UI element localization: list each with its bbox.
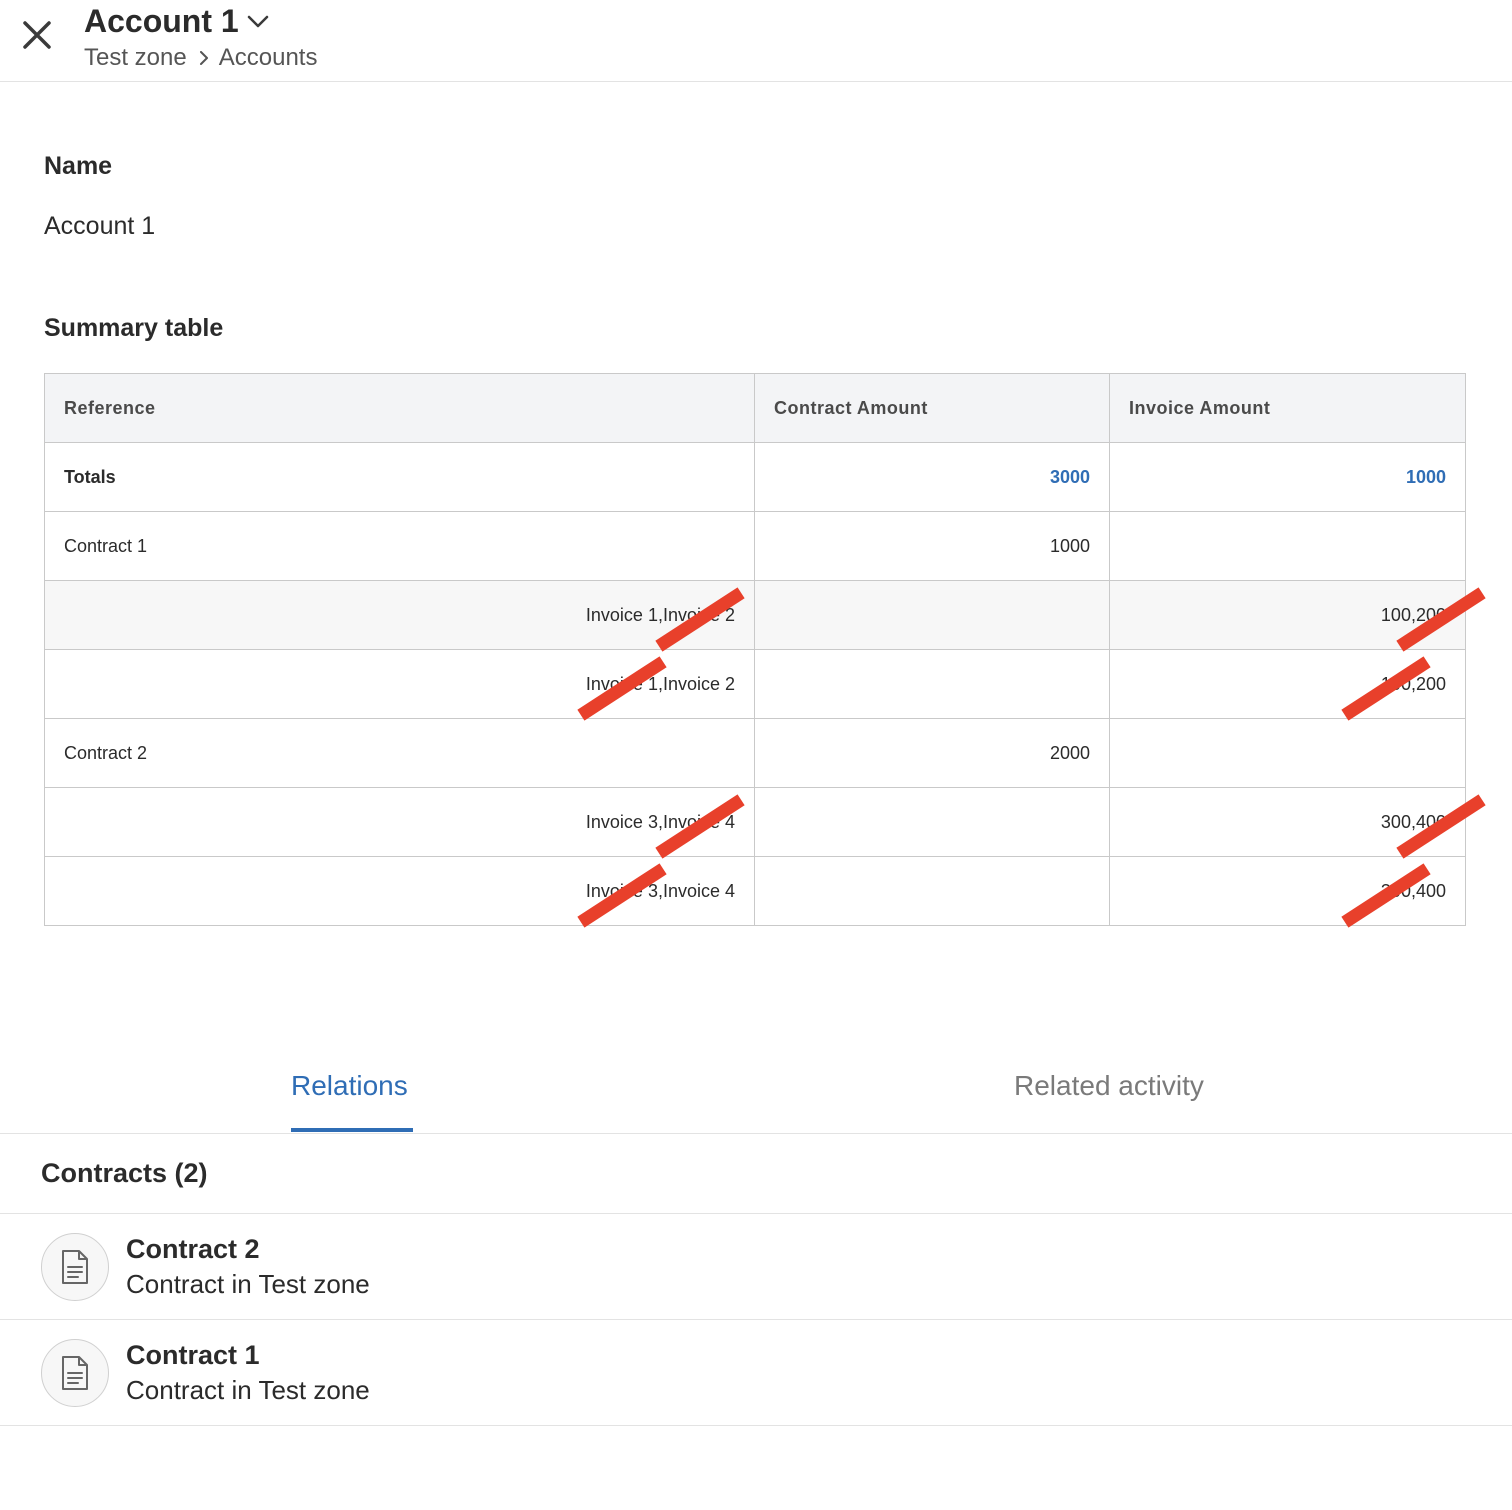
invoice-amount-text: 300,400: [1341, 862, 1446, 928]
table-row[interactable]: Contract 2 2000: [44, 718, 1466, 788]
invoice-amount-text: 100,200: [1341, 655, 1446, 721]
record-title-dropdown[interactable]: Account 1: [84, 2, 271, 40]
reference-cell-wrap: Invoice 3,Invoice 4: [44, 787, 755, 859]
contract-amount-cell: 1000: [754, 511, 1110, 581]
invoice-amount-cell: 100,200: [1380, 673, 1446, 694]
reference-cell-wrap: Invoice 1,Invoice 2: [44, 580, 755, 652]
active-tab-indicator: [291, 1128, 413, 1132]
list-item-title: Contract 2: [126, 1234, 260, 1264]
contract-amount-cell: [754, 580, 1110, 650]
column-header-contract-amount[interactable]: Contract Amount: [754, 373, 1110, 443]
invoice-amount-text: 100,200: [1380, 586, 1486, 652]
tab-relations[interactable]: Relations: [291, 1070, 408, 1102]
table-row[interactable]: Invoice 1,Invoice 2 100,200: [44, 580, 1486, 652]
contracts-group-header: Contracts (2): [0, 1134, 1512, 1214]
document-icon: [41, 1339, 109, 1407]
list-item-subtitle: Contract in Test zone: [126, 1375, 370, 1405]
reference-cell-text: Invoice 3,Invoice 4: [585, 793, 745, 859]
table-row[interactable]: Invoice 1,Invoice 2 100,200: [44, 649, 1466, 721]
invoice-amount-cell: 100,200: [1380, 604, 1446, 625]
reference-cell: Invoice 1,Invoice 2: [585, 673, 735, 694]
totals-row: Totals 3000 1000: [44, 442, 1466, 512]
page-title: Account 1: [84, 3, 239, 39]
name-label: Name: [44, 152, 113, 180]
list-item-contract-1[interactable]: Contract 1 Contract in Test zone: [0, 1320, 1512, 1426]
reference-cell-text: Invoice 1,Invoice 2: [585, 586, 745, 652]
invoice-amount-cell: 300,400: [1380, 880, 1446, 901]
reference-cell: Contract 1: [44, 511, 755, 581]
chevron-right-icon: [199, 51, 208, 65]
column-header-reference[interactable]: Reference: [44, 373, 755, 443]
contract-amount-cell: [754, 649, 1110, 719]
summary-table-label: Summary table: [44, 314, 224, 342]
reference-cell: Contract 2: [44, 718, 755, 788]
invoice-amount-cell: 300,400: [1380, 811, 1446, 832]
invoice-amount-cell: [1109, 511, 1466, 581]
invoice-amount-cell: [1109, 718, 1466, 788]
contract-amount-cell: [754, 856, 1110, 926]
tab-related-activity[interactable]: Related activity: [1014, 1070, 1204, 1102]
chevron-down-icon: [247, 15, 268, 28]
table-row[interactable]: Invoice 3,Invoice 4 300,400: [44, 787, 1486, 859]
list-item-title: Contract 1: [126, 1340, 260, 1370]
invoice-amount-cell-wrap: 300,400: [1109, 787, 1486, 859]
list-item-subtitle: Contract in Test zone: [126, 1269, 370, 1299]
reference-cell-wrap: Invoice 1,Invoice 2: [44, 649, 755, 721]
name-value: Account 1: [44, 212, 156, 240]
breadcrumb-item-accounts[interactable]: Accounts: [219, 44, 318, 72]
top-bar: Account 1 Test zone Accounts: [0, 0, 1512, 82]
contract-amount-cell: 2000: [754, 718, 1110, 788]
totals-contract-amount: 3000: [754, 442, 1110, 512]
table-header-row: Reference Contract Amount Invoice Amount: [44, 373, 1466, 443]
invoice-amount-cell-wrap: 100,200: [1109, 580, 1486, 652]
reference-cell-wrap: Invoice 3,Invoice 4: [44, 856, 755, 928]
document-icon: [41, 1233, 109, 1301]
close-icon[interactable]: [18, 16, 56, 54]
tab-bar: Relations Related activity: [0, 1050, 1512, 1134]
list-item-contract-2[interactable]: Contract 2 Contract in Test zone: [0, 1214, 1512, 1320]
totals-label: Totals: [44, 442, 755, 512]
table-row[interactable]: Contract 1 1000: [44, 511, 1466, 581]
totals-invoice-amount: 1000: [1109, 442, 1466, 512]
table-row[interactable]: Invoice 3,Invoice 4 300,400: [44, 856, 1466, 928]
summary-table: Reference Contract Amount Invoice Amount…: [44, 373, 1486, 928]
reference-cell: Invoice 1,Invoice 2: [585, 604, 735, 625]
reference-cell-text: Invoice 1,Invoice 2: [577, 655, 735, 721]
column-header-invoice-amount[interactable]: Invoice Amount: [1109, 373, 1466, 443]
invoice-amount-cell-wrap: 300,400: [1109, 856, 1466, 928]
invoice-amount-text: 300,400: [1380, 793, 1486, 859]
breadcrumb: Test zone Accounts: [84, 44, 317, 72]
contracts-group-title: Contracts (2): [41, 1158, 208, 1188]
contract-amount-cell: [754, 787, 1110, 857]
reference-cell: Invoice 3,Invoice 4: [585, 880, 735, 901]
breadcrumb-item-test-zone[interactable]: Test zone: [84, 44, 187, 72]
invoice-amount-cell-wrap: 100,200: [1109, 649, 1466, 721]
reference-cell: Invoice 3,Invoice 4: [585, 811, 735, 832]
reference-cell-text: Invoice 3,Invoice 4: [577, 862, 735, 928]
